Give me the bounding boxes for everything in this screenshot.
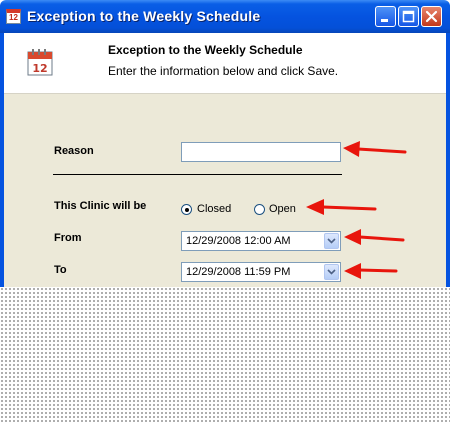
maximize-icon	[402, 10, 415, 23]
chevron-down-icon	[327, 269, 336, 275]
reason-label: Reason	[54, 145, 94, 157]
form-panel: Reason This Clinic will be Closed Open F…	[4, 94, 446, 287]
to-dropdown-button[interactable]	[324, 264, 339, 280]
calendar-icon: 12	[27, 49, 53, 76]
from-label: From	[54, 232, 82, 244]
form-divider	[53, 174, 342, 175]
close-button[interactable]	[421, 6, 442, 27]
maximize-button[interactable]	[398, 6, 419, 27]
title-bar[interactable]: 12 Exception to the Weekly Schedule	[0, 0, 450, 33]
calendar-app-icon: 12	[6, 9, 21, 24]
transparent-background	[0, 287, 450, 423]
dialog-header: 12 Exception to the Weekly Schedule Ente…	[4, 33, 446, 94]
annotation-arrow-icon	[306, 199, 377, 215]
dialog-window: 12 Exception to the Weekly Schedule 12 E…	[0, 0, 450, 287]
reason-input[interactable]	[181, 142, 341, 162]
minimize-button[interactable]	[375, 6, 396, 27]
from-datetime-value: 12/29/2008 12:00 AM	[186, 235, 291, 247]
window-frame-right	[446, 33, 450, 287]
from-dropdown-button[interactable]	[324, 233, 339, 249]
annotation-arrow-icon	[344, 229, 405, 245]
open-radio-label[interactable]: Open	[269, 203, 296, 215]
to-label: To	[54, 264, 67, 276]
close-icon	[425, 10, 438, 23]
minimize-icon	[381, 19, 388, 22]
annotation-arrow-icon	[343, 141, 407, 157]
closed-radio[interactable]	[181, 204, 192, 215]
calendar-day-text: 12	[32, 62, 47, 75]
from-datetime-picker[interactable]: 12/29/2008 12:00 AM	[181, 231, 341, 251]
annotation-arrow-icon	[344, 263, 398, 279]
open-radio[interactable]	[254, 204, 265, 215]
to-datetime-picker[interactable]: 12/29/2008 11:59 PM	[181, 262, 341, 282]
header-subtitle: Enter the information below and click Sa…	[108, 64, 339, 78]
to-datetime-value: 12/29/2008 11:59 PM	[186, 266, 291, 278]
clinic-status-label: This Clinic will be	[54, 200, 147, 212]
window-title: Exception to the Weekly Schedule	[27, 8, 261, 24]
chevron-down-icon	[327, 238, 336, 244]
header-title: Exception to the Weekly Schedule	[108, 43, 303, 57]
closed-radio-label[interactable]: Closed	[197, 203, 231, 215]
